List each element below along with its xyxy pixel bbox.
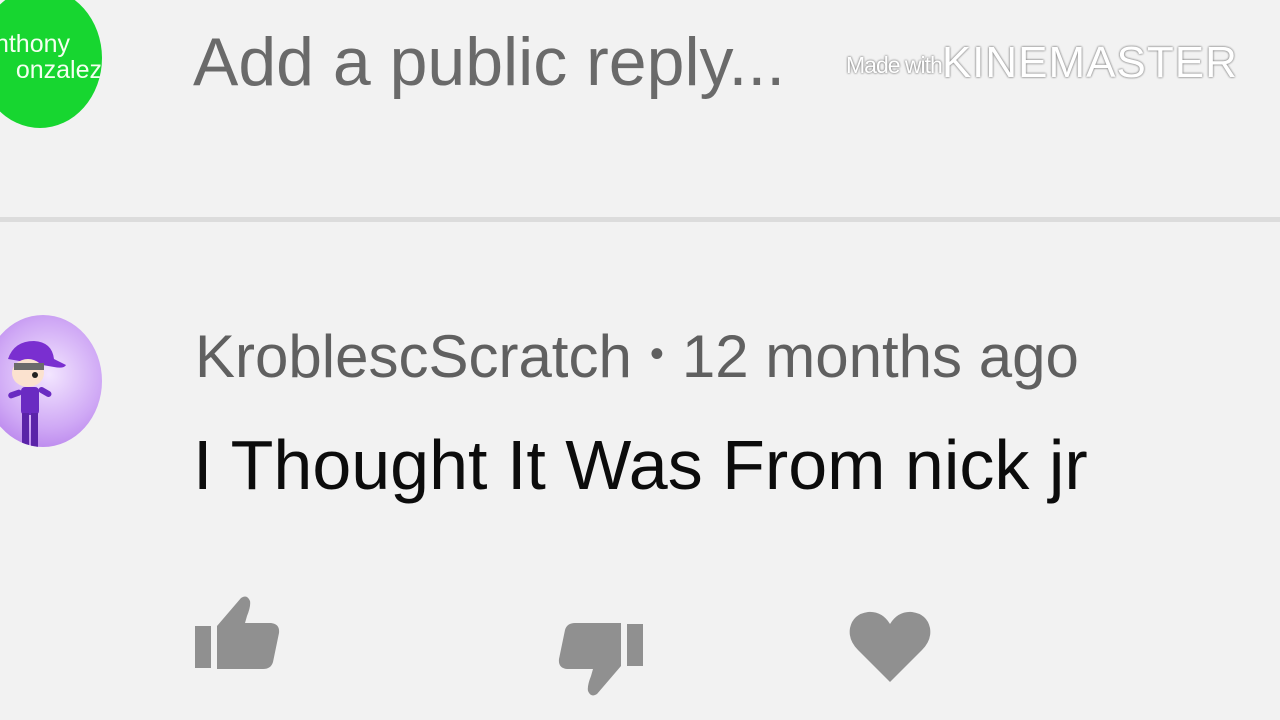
- watermark-brand: KINEMASTER: [941, 38, 1238, 87]
- section-divider: [0, 217, 1280, 222]
- like-button[interactable]: [193, 592, 285, 674]
- comment-author-avatar[interactable]: [0, 315, 102, 447]
- comment-timestamp[interactable]: 12 months ago: [682, 323, 1079, 390]
- thumbs-up-icon: [195, 596, 280, 669]
- avatar-name-line-1: nthony: [0, 30, 70, 58]
- dislike-button[interactable]: [553, 618, 645, 700]
- kinemaster-watermark: Made withKINEMASTER: [846, 38, 1238, 88]
- watermark-prefix: Made with: [846, 52, 943, 78]
- purple-cap-character-icon: [8, 341, 66, 447]
- comment-reply-screen: nthony onzalez Add a public reply... Mad…: [0, 0, 1280, 720]
- comment-meta: KroblescScratch • 12 months ago: [195, 318, 1079, 393]
- public-reply-input[interactable]: Add a public reply...: [193, 22, 785, 102]
- heart-button[interactable]: [848, 610, 932, 684]
- comment-body: I Thought It Was From nick jr: [193, 426, 1088, 504]
- current-user-avatar: nthony onzalez: [0, 0, 102, 128]
- avatar-name-line-2: onzalez: [15, 56, 102, 84]
- meta-separator: •: [649, 332, 664, 376]
- heart-icon: [849, 611, 931, 682]
- thumbs-down-icon: [558, 623, 643, 696]
- comment-author-name[interactable]: KroblescScratch: [195, 323, 632, 390]
